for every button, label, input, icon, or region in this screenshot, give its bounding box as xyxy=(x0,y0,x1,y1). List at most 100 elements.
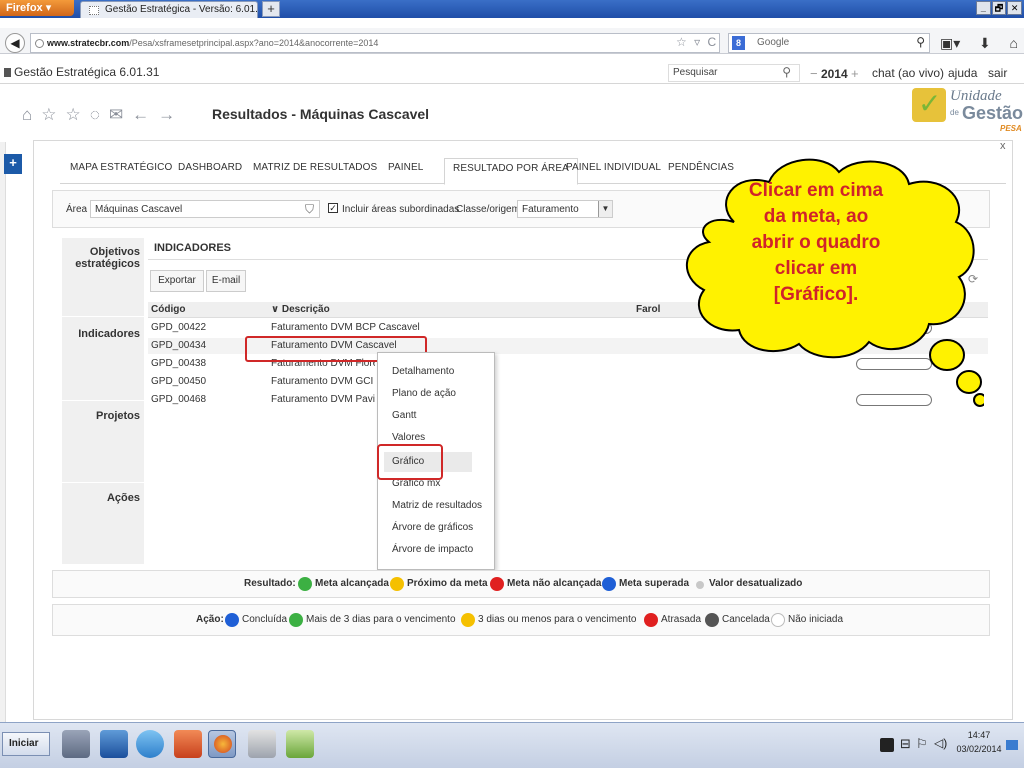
row-desc[interactable]: Faturamento DVM Paving xyxy=(271,394,375,405)
mail-icon[interactable]: ✉ xyxy=(109,105,123,125)
red-dot-icon xyxy=(644,613,658,627)
browser-search-box[interactable]: 8 Google ⚲ xyxy=(728,33,930,53)
include-subordinate-label: Incluir áreas subordinadas xyxy=(342,204,460,215)
legend-valor-desatualizado: Valor desatualizado xyxy=(709,578,803,589)
green-dot-icon xyxy=(298,577,312,591)
year-minus-button[interactable]: − xyxy=(810,66,818,81)
sidenav-projetos[interactable]: Projetos xyxy=(62,410,140,422)
legend-meta-alcancada: Meta alcançada xyxy=(315,578,389,589)
row-desc[interactable]: Faturamento DVM BCP Cascavel xyxy=(271,322,501,333)
favorite-add-icon[interactable]: ☆ xyxy=(41,105,56,125)
area-input[interactable]: Máquinas Cascavel xyxy=(90,200,320,218)
menu-item-plano-de-acao[interactable]: Plano de ação xyxy=(392,388,456,399)
google-icon: 8 xyxy=(732,36,745,50)
firefox-menu-button[interactable]: Firefox ▾ xyxy=(0,0,74,16)
app-title-text: Gestão Estratégica 6.01.31 xyxy=(14,65,160,79)
favorites-icon[interactable]: ☆ xyxy=(66,105,81,125)
close-window-button[interactable]: ✕ xyxy=(1007,1,1023,15)
internet-explorer-icon[interactable] xyxy=(136,730,164,758)
export-button[interactable]: Exportar xyxy=(150,270,204,292)
minimize-button[interactable]: _ xyxy=(976,1,991,15)
sidenav-indicadores[interactable]: Indicadores xyxy=(62,328,140,340)
gray-dot-icon xyxy=(696,581,704,589)
row-code: GPD_00450 xyxy=(151,376,207,387)
year-value: 2014 xyxy=(820,67,848,81)
powershell-icon[interactable] xyxy=(100,730,128,758)
legend-3-dias-ou-menos: 3 dias ou menos para o vencimento xyxy=(478,614,637,625)
tab-mapa-estrategico[interactable]: MAPA ESTRATÉGICO xyxy=(70,162,172,173)
back-arrow-icon[interactable]: ◀ xyxy=(5,33,25,53)
back-icon[interactable]: ← xyxy=(132,105,149,125)
powerpoint-icon[interactable] xyxy=(174,730,202,758)
row-code: GPD_00438 xyxy=(151,358,207,369)
row-desc[interactable]: Faturamento DVM GCI Cascavel xyxy=(271,376,375,387)
legend-concluida: Concluída xyxy=(242,614,288,625)
browser-tab[interactable]: Gestão Estratégica - Versão: 6.01.31 - L… xyxy=(80,1,258,18)
tab-painel[interactable]: PAINEL xyxy=(388,162,423,173)
tab-dashboard[interactable]: DASHBOARD xyxy=(178,162,242,173)
legend-meta-superada: Meta superada xyxy=(619,578,690,589)
start-button[interactable]: Iniciar xyxy=(2,732,50,756)
restore-button[interactable]: 🗗 xyxy=(991,1,1007,15)
tab-painel-individual[interactable]: PAINEL INDIVIDUAL xyxy=(566,162,661,173)
menu-item-detalhamento[interactable]: Detalhamento xyxy=(392,366,454,377)
tab-resultado-por-area[interactable]: RESULTADO POR ÁREA xyxy=(444,158,578,185)
show-desktop-button[interactable] xyxy=(1006,740,1018,750)
home-icon[interactable]: ⌂ xyxy=(22,105,32,125)
menu-item-gantt[interactable]: Gantt xyxy=(392,410,416,421)
download-icon[interactable]: ⬇ xyxy=(979,35,991,52)
sidenav-divider xyxy=(62,482,144,483)
menu-item-matriz-de-resultados[interactable]: Matriz de resultados xyxy=(392,500,482,511)
home-icon[interactable]: ⌂ xyxy=(1010,35,1018,51)
scanner-icon[interactable] xyxy=(248,730,276,758)
close-panel-icon[interactable]: x xyxy=(1000,140,1006,152)
menu-item-arvore-de-impacto[interactable]: Árvore de impacto xyxy=(392,544,473,555)
new-tab-button[interactable]: + xyxy=(262,1,280,17)
forward-icon[interactable]: → xyxy=(158,105,175,125)
tab-matriz-de-resultados[interactable]: MATRIZ DE RESULTADOS xyxy=(253,162,377,173)
clock-date: 03/02/2014 xyxy=(956,744,1002,754)
callout-line: abrir o quadro xyxy=(751,232,881,253)
network-icon[interactable]: ⊟ xyxy=(900,736,911,752)
expand-menu-button[interactable]: + xyxy=(4,154,22,174)
app-search-placeholder: Pesquisar xyxy=(673,67,718,78)
url-bar[interactable]: www.stratecbr.com/Pesa/xsframesetprincip… xyxy=(30,33,720,53)
screenshot-icon[interactable]: ▣▾ xyxy=(940,35,960,52)
url-path: /Pesa/xsframesetprincipal.aspx?ano=2014&… xyxy=(129,38,379,48)
col-descricao[interactable]: ∨ Descrição xyxy=(271,304,330,315)
help-link[interactable]: ajuda xyxy=(948,66,977,80)
menu-item-arvore-de-graficos[interactable]: Árvore de gráficos xyxy=(392,522,473,533)
volume-icon[interactable]: ◁) xyxy=(934,736,947,750)
lock-icon xyxy=(4,68,11,78)
filter-icon[interactable]: ⛉ xyxy=(305,202,314,217)
tray-app-icon[interactable] xyxy=(880,738,894,752)
url-bar-icons[interactable]: ☆ ▿ C xyxy=(676,35,720,51)
include-subordinate-checkbox[interactable]: ✓ xyxy=(328,203,338,213)
menu-item-valores[interactable]: Valores xyxy=(392,432,425,443)
chat-icon[interactable]: ◌ xyxy=(90,105,100,125)
search-icon[interactable]: ⚲ xyxy=(916,35,925,49)
blue-dot-icon xyxy=(225,613,239,627)
email-button[interactable]: E-mail xyxy=(206,270,246,292)
firefox-menu-label: Firefox xyxy=(6,2,43,14)
network-app-icon[interactable] xyxy=(62,730,90,758)
search-icon[interactable]: ⚲ xyxy=(782,65,791,79)
page-favicon-icon xyxy=(89,6,99,15)
legend-nao-iniciada: Não iniciada xyxy=(788,614,844,625)
flag-icon[interactable]: ⚐ xyxy=(916,736,928,752)
sidenav-objetivos[interactable]: Objetivos estratégicos xyxy=(62,246,140,270)
logout-link[interactable]: sair xyxy=(988,66,1007,80)
year-selector: − 2014 + xyxy=(810,66,859,81)
firefox-taskbar-icon[interactable] xyxy=(208,730,236,758)
year-plus-button[interactable]: + xyxy=(851,66,859,81)
clock[interactable]: 14:47 03/02/2014 xyxy=(954,728,1004,756)
dropdown-arrow-icon[interactable]: ▼ xyxy=(598,201,612,217)
col-farol[interactable]: Farol xyxy=(636,304,660,315)
sidenav-acoes[interactable]: Ações xyxy=(62,492,140,504)
chat-link[interactable]: chat (ao vivo) xyxy=(872,66,944,80)
paint-icon[interactable] xyxy=(286,730,314,758)
app-search-input[interactable]: Pesquisar ⚲ xyxy=(668,64,800,82)
col-codigo[interactable]: Código xyxy=(151,304,185,315)
legend-proximo-da-meta: Próximo da meta xyxy=(407,578,488,589)
classe-select[interactable]: Faturamento ▼ xyxy=(517,200,613,218)
